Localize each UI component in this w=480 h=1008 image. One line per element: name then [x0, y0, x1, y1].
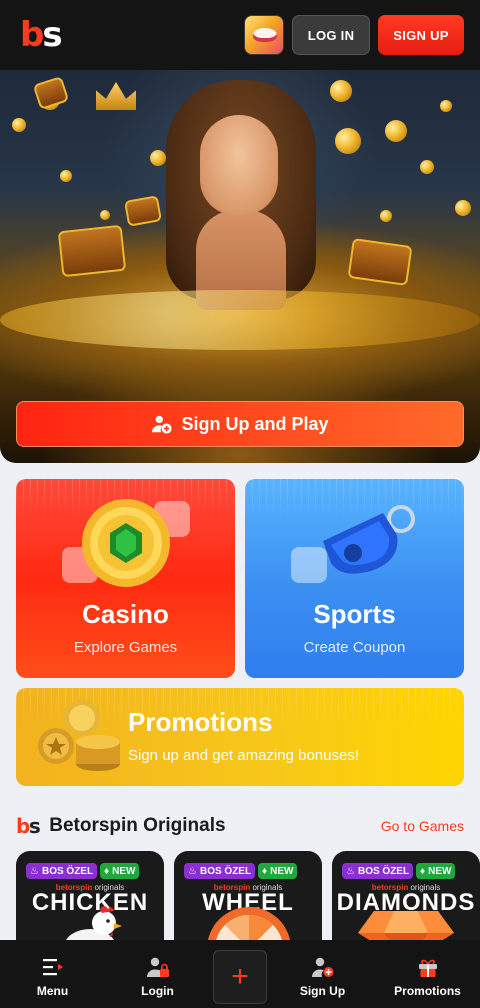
hero-model-image	[200, 115, 278, 215]
treasure-chest-icon	[32, 76, 70, 110]
nav-plus[interactable]: +	[210, 940, 270, 1008]
gift-icon	[418, 959, 437, 977]
coin-decoration	[380, 210, 392, 222]
nav-promotions[interactable]: Promotions	[375, 940, 480, 1008]
coin-decoration	[335, 128, 361, 154]
login-button[interactable]: LOG IN	[292, 15, 370, 55]
nav-login-label: Login	[141, 984, 174, 998]
nav-login[interactable]: Login	[105, 940, 210, 1008]
coin-decoration	[60, 170, 72, 182]
promotions-card[interactable]: Promotions Sign up and get amazing bonus…	[16, 688, 464, 786]
promotions-subtitle: Sign up and get amazing bonuses!	[128, 747, 359, 764]
betorspin-logo[interactable]: bs	[20, 18, 63, 52]
bos-special-badge: ♨ BOS ÖZEL	[26, 863, 98, 879]
hero-banner[interactable]: Sign Up and Play	[0, 70, 480, 463]
nav-signup[interactable]: Sign Up	[270, 940, 375, 1008]
sign-up-and-play-button[interactable]: Sign Up and Play	[16, 401, 464, 447]
user-lock-icon	[146, 957, 169, 977]
flame-icon: ♨	[346, 865, 355, 877]
bottom-navigation: Menu Login + Sign Up Promotions	[0, 940, 480, 1008]
coins-stack-icon	[38, 700, 120, 771]
nav-menu[interactable]: Menu	[0, 940, 105, 1008]
bulb-icon: ♦	[104, 865, 110, 877]
bulb-icon: ♦	[420, 865, 426, 877]
flame-icon: ♨	[30, 865, 39, 877]
promo-thumbnail-icon[interactable]	[244, 15, 284, 55]
casino-subtitle: Explore Games	[73, 639, 178, 656]
nav-promotions-label: Promotions	[394, 984, 461, 998]
sports-subtitle: Create Coupon	[303, 639, 406, 656]
sports-card[interactable]: Sports Create Coupon	[245, 479, 464, 678]
flame-icon: ♨	[188, 865, 197, 877]
originals-header: bs Betorspin Originals Go to Games	[16, 812, 464, 840]
new-badge: ♦ NEW	[258, 863, 298, 879]
top-header: bs LOG IN SIGN UP	[0, 0, 480, 70]
nav-signup-label: Sign Up	[299, 984, 346, 998]
bos-special-badge: ♨ BOS ÖZEL	[342, 863, 414, 879]
go-to-games-link[interactable]: Go to Games	[381, 818, 464, 834]
sign-up-and-play-label: Sign Up and Play	[181, 413, 329, 434]
coin-decoration	[455, 200, 471, 216]
crown-icon	[96, 82, 136, 110]
originals-title: Betorspin Originals	[49, 815, 226, 836]
coin-decoration	[385, 120, 407, 142]
coin-decoration	[150, 150, 166, 166]
sports-title: Sports	[313, 599, 396, 629]
app-page: bs LOG IN SIGN UP Sign Up and Play Casin…	[0, 0, 480, 1008]
nav-menu-label: Menu	[36, 984, 69, 998]
user-add-icon	[152, 415, 173, 434]
coin-decoration	[440, 100, 452, 112]
treasure-chest-icon	[347, 238, 413, 286]
user-add-icon	[311, 957, 333, 977]
new-badge: ♦ NEW	[100, 863, 140, 879]
signup-button[interactable]: SIGN UP	[378, 15, 464, 55]
casino-card[interactable]: Casino Explore Games	[16, 479, 235, 678]
treasure-chest-icon	[57, 224, 127, 278]
betorspin-small-logo: bs	[16, 814, 41, 838]
whistle-icon	[323, 505, 415, 574]
menu-icon	[42, 959, 63, 976]
gold-pile-decoration	[0, 290, 480, 350]
coin-decoration	[100, 210, 110, 220]
new-badge: ♦ NEW	[416, 863, 456, 879]
coin-decoration	[420, 160, 434, 174]
promotions-title: Promotions	[128, 707, 273, 737]
casino-title: Casino	[82, 599, 169, 629]
plus-button[interactable]: +	[213, 950, 267, 1004]
bulb-icon: ♦	[262, 865, 268, 877]
casino-chip-icon	[82, 499, 170, 587]
coin-decoration	[12, 118, 26, 132]
plus-icon: +	[231, 960, 249, 993]
coin-decoration	[330, 80, 352, 102]
treasure-chest-icon	[124, 195, 162, 227]
bos-special-badge: ♨ BOS ÖZEL	[184, 863, 256, 879]
header-actions: LOG IN SIGN UP	[244, 15, 464, 55]
